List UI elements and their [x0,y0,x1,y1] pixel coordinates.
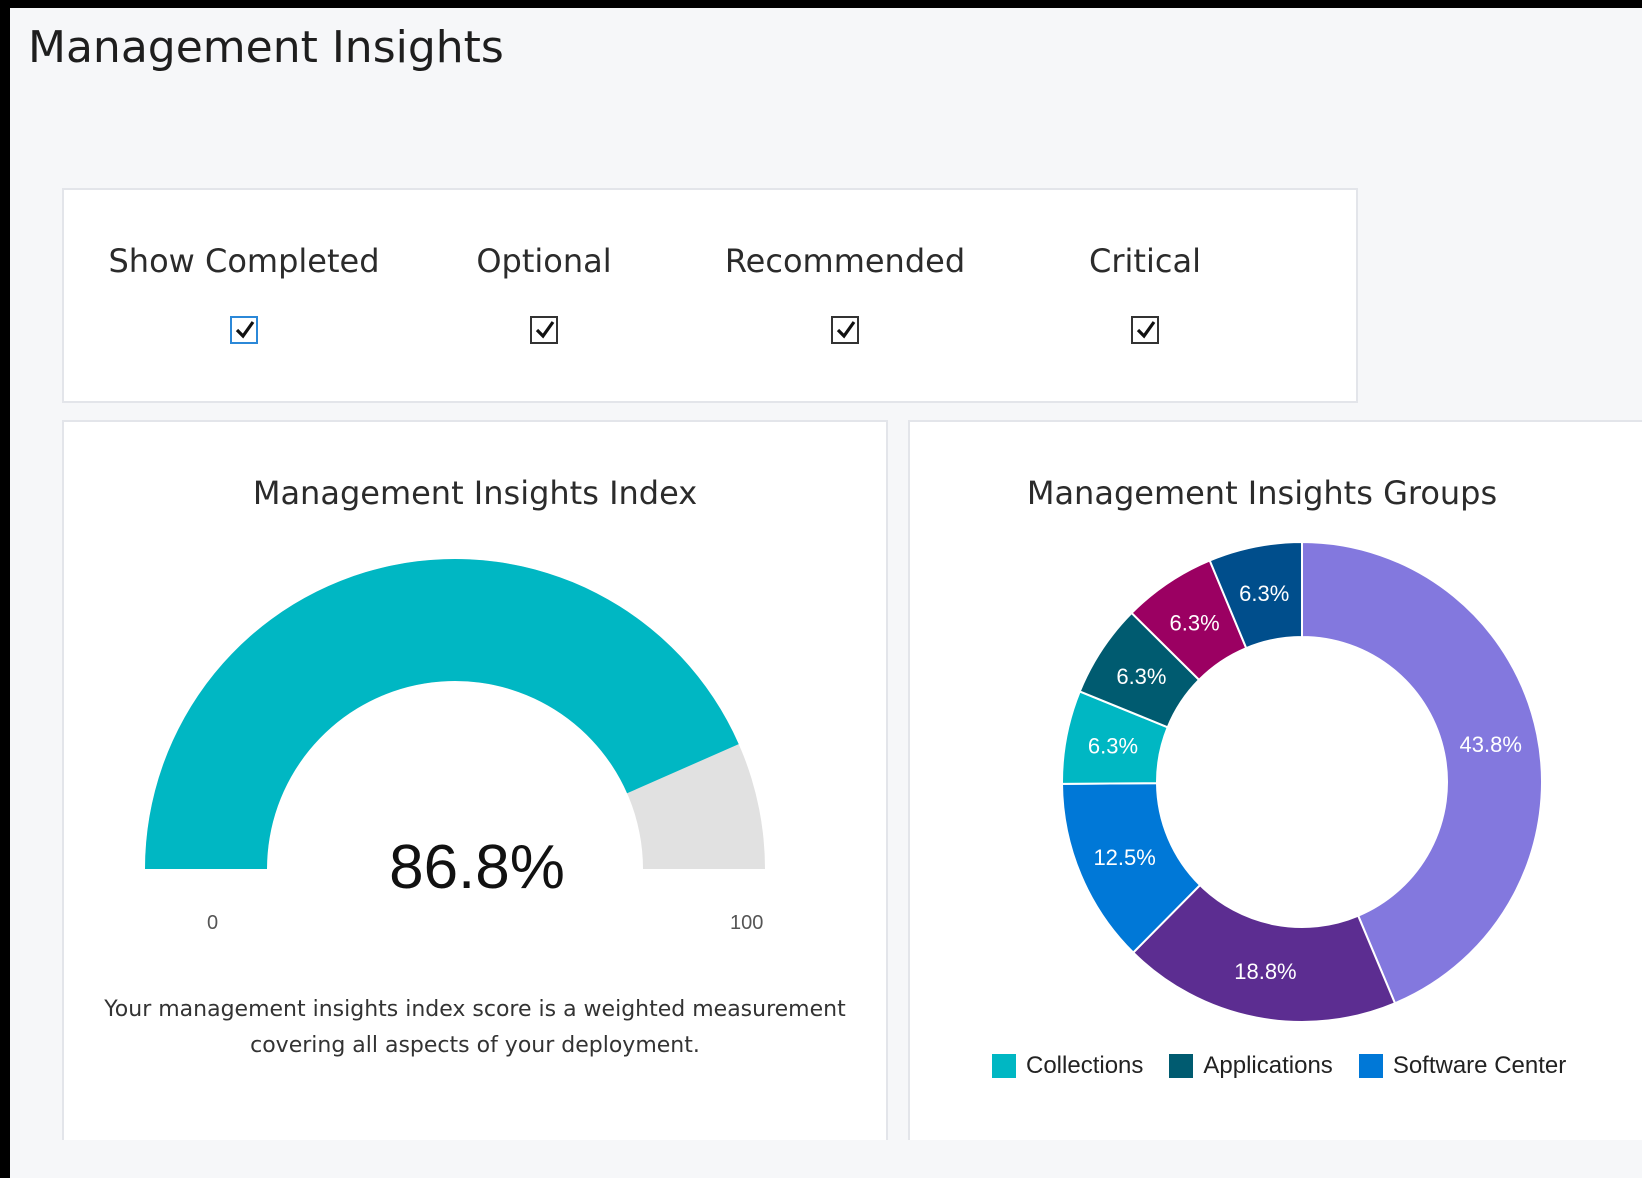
index-card-title: Management Insights Index [252,474,698,512]
slice-label-2: 12.5% [1093,845,1155,870]
groups-donut-chart: 43.8% 18.8% 12.5% 6.3% 6.3% 6.3% 6.3% [1060,540,1543,1023]
legend-item-software-center[interactable]: Software Center [1358,1052,1567,1080]
gauge-max-label: 100 [730,912,764,934]
gauge-value-label: 86.8% [389,833,565,902]
management-insights-index-card: Management Insights Index 86.8% 0 100 Yo… [62,420,888,1140]
filter-recommended[interactable]: Recommended [695,242,995,349]
page-title: Management Insights [28,22,504,73]
show-completed-checkbox[interactable] [230,316,258,344]
gauge-min-label: 0 [207,912,219,934]
filter-critical[interactable]: Critical [995,242,1295,349]
management-insights-page: Management Insights Show Completed Optio… [10,8,1642,1178]
filter-label: Optional [476,242,612,280]
filter-show-completed[interactable]: Show Completed [94,242,394,349]
slice-label-0: 43.8% [1460,732,1522,757]
optional-checkbox[interactable] [530,316,558,344]
groups-card-title: Management Insights Groups [1026,474,1498,512]
slice-label-5: 6.3% [1170,610,1220,635]
filter-label: Recommended [724,242,966,280]
legend-label: Software Center [1392,1052,1567,1079]
legend-swatch [1358,1054,1383,1078]
checkmark-icon [535,321,555,339]
legend-label: Applications [1203,1052,1333,1079]
index-description: Your management insights index score is … [104,997,846,1058]
screen: Management Insights Show Completed Optio… [0,0,1642,1178]
filter-label: Show Completed [108,242,380,280]
filter-panel: Show Completed Optional Recommended Crit… [62,188,1358,403]
slice-label-6: 6.3% [1239,581,1289,606]
filter-label: Critical [1089,242,1201,280]
chart-legend: Collections Applications Software Center [992,1052,1566,1080]
legend-item-applications[interactable]: Applications [1169,1052,1333,1080]
legend-swatch [992,1054,1016,1078]
slice-label-1: 18.8% [1234,959,1296,984]
checkmark-icon [235,321,255,339]
slice-label-3: 6.3% [1088,734,1138,759]
legend-label: Collections [1026,1052,1144,1079]
legend-item-collections[interactable]: Collections [992,1052,1143,1080]
critical-checkbox[interactable] [1131,316,1159,344]
recommended-checkbox[interactable] [831,316,859,344]
slice-label-4: 6.3% [1116,664,1166,689]
legend-swatch [1169,1054,1194,1078]
checkmark-icon [836,321,856,339]
management-insights-groups-card: Management Insights Groups 43.8% 18.8% 12.… [908,420,1642,1140]
checkmark-icon [1136,321,1156,339]
filter-optional[interactable]: Optional [394,242,694,349]
